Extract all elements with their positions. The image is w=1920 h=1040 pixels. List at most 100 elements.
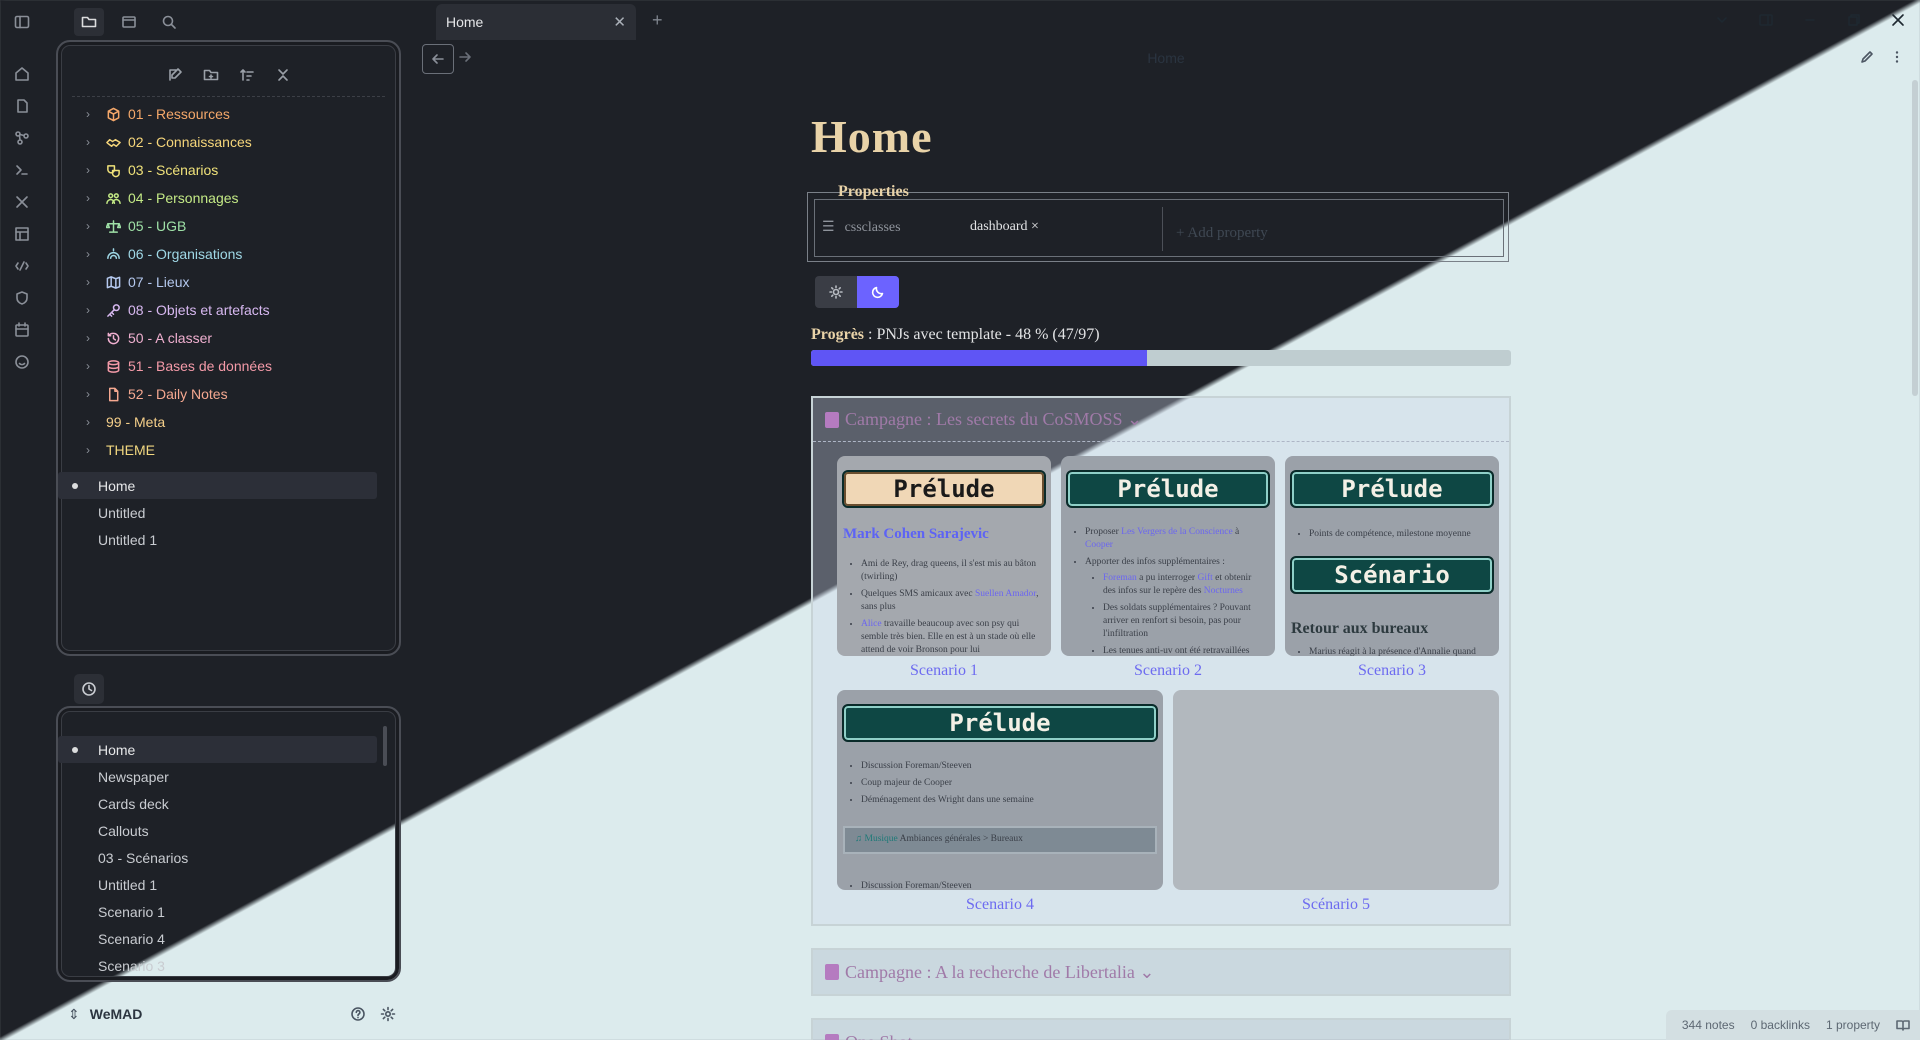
- restore-icon[interactable]: [1832, 0, 1876, 40]
- sort-icon[interactable]: [236, 64, 258, 86]
- chevron-right-icon[interactable]: ›: [86, 359, 100, 373]
- scenario-card-1[interactable]: Prélude Mark Cohen Sarajevic Ami de Rey,…: [837, 456, 1051, 656]
- chevron-right-icon[interactable]: ›: [86, 163, 100, 177]
- chevron-right-icon[interactable]: ›: [86, 443, 100, 457]
- folder-item[interactable]: › 02 - Connaissances: [58, 128, 399, 156]
- bookmark-icon[interactable]: [114, 8, 144, 36]
- folder-item[interactable]: › 52 - Daily Notes: [58, 380, 399, 408]
- internal-link[interactable]: Gift: [1197, 573, 1212, 583]
- smile-icon[interactable]: [11, 352, 33, 372]
- scenario-card-3[interactable]: Prélude Points de compétence, milestone …: [1285, 456, 1499, 656]
- chevron-right-icon[interactable]: ›: [86, 303, 100, 317]
- property-key[interactable]: ☰ cssclasses: [822, 219, 901, 236]
- campaign-header[interactable]: Campagne : Les secrets du CoSMOSS ⌄: [813, 398, 1509, 442]
- close-window-icon[interactable]: [1876, 0, 1920, 40]
- settings-icon[interactable]: [378, 1004, 398, 1024]
- internal-link[interactable]: Cooper: [1085, 540, 1113, 550]
- file-item[interactable]: Cards deck: [58, 790, 399, 817]
- tab-list-icon[interactable]: [1700, 0, 1744, 40]
- internal-link[interactable]: Foreman: [1103, 573, 1137, 583]
- card-caption[interactable]: Scenario 4: [837, 896, 1163, 914]
- chevron-right-icon[interactable]: ›: [86, 247, 100, 261]
- card-character[interactable]: Mark Cohen Sarajevic: [843, 526, 989, 543]
- card-caption[interactable]: Scenario 1: [837, 662, 1051, 680]
- backlink-count[interactable]: 0 backlinks: [1751, 1018, 1810, 1032]
- file-item[interactable]: Home: [58, 472, 377, 499]
- chevron-right-icon[interactable]: ›: [86, 275, 100, 289]
- internal-link[interactable]: Les Vergers de la Conscience: [1121, 527, 1233, 537]
- chevron-right-icon[interactable]: ›: [86, 219, 100, 233]
- file-item[interactable]: 03 - Scénarios: [58, 844, 399, 871]
- tab-home[interactable]: Home ✕: [436, 4, 636, 40]
- terminal-icon[interactable]: [11, 160, 33, 180]
- folder-item[interactable]: › 04 - Personnages: [58, 184, 399, 212]
- internal-link[interactable]: Suellen Amador: [975, 589, 1036, 599]
- folder-item[interactable]: › 03 - Scénarios: [58, 156, 399, 184]
- layout-icon[interactable]: [11, 224, 33, 244]
- chevron-right-icon[interactable]: ›: [86, 107, 100, 121]
- chevron-right-icon[interactable]: ›: [86, 331, 100, 345]
- internal-link[interactable]: Alice: [861, 619, 882, 629]
- property-value-tag[interactable]: dashboard ×: [970, 219, 1039, 235]
- music-link[interactable]: ♫ Musique: [855, 834, 898, 844]
- file-item[interactable]: Untitled: [58, 499, 399, 526]
- home-icon[interactable]: [11, 64, 33, 84]
- folder-item[interactable]: › 99 - Meta: [58, 408, 399, 436]
- card-caption[interactable]: Scenario 3: [1285, 662, 1499, 680]
- internal-link[interactable]: Nocturnes: [1204, 586, 1243, 596]
- folder-item[interactable]: › 06 - Organisations: [58, 240, 399, 268]
- folder-icon[interactable]: [74, 8, 104, 36]
- calendar-icon[interactable]: [11, 320, 33, 340]
- chevron-right-icon[interactable]: ›: [86, 387, 100, 401]
- vault-chevron-icon[interactable]: ⇕: [68, 1006, 80, 1023]
- search-icon[interactable]: [154, 8, 184, 36]
- folder-item[interactable]: › 01 - Ressources: [58, 100, 399, 128]
- right-sidebar-icon[interactable]: [1744, 0, 1788, 40]
- chevron-right-icon[interactable]: ›: [86, 191, 100, 205]
- file-item[interactable]: Scenario 3: [58, 952, 399, 979]
- edit-icon[interactable]: [1860, 50, 1874, 64]
- close-icon[interactable]: ✕: [613, 13, 626, 31]
- file-item[interactable]: Newspaper: [58, 763, 399, 790]
- folder-item[interactable]: › 05 - UGB: [58, 212, 399, 240]
- collapse-all-icon[interactable]: [272, 64, 294, 86]
- chevron-right-icon[interactable]: ›: [86, 415, 100, 429]
- moon-icon[interactable]: [857, 276, 899, 308]
- scenario-card-2[interactable]: Prélude Proposer Les Vergers de la Consc…: [1061, 456, 1275, 656]
- scenario-card-4[interactable]: Prélude Discussion Foreman/Steeven Coup …: [837, 690, 1163, 890]
- new-note-icon[interactable]: [164, 64, 186, 86]
- help-icon[interactable]: [348, 1004, 368, 1024]
- folder-item[interactable]: › 07 - Lieux: [58, 268, 399, 296]
- recent-scrollbar[interactable]: [383, 726, 387, 766]
- sun-icon[interactable]: [815, 276, 857, 308]
- campaign-header[interactable]: Campagne : A la recherche de Libertalia …: [813, 950, 1509, 994]
- file-item[interactable]: Callouts: [58, 817, 399, 844]
- shield-icon[interactable]: [11, 288, 33, 308]
- scenario-card-5[interactable]: [1173, 690, 1499, 890]
- card-caption[interactable]: Scenario 2: [1061, 662, 1275, 680]
- sidebar-toggle-icon[interactable]: [11, 12, 33, 32]
- file-item[interactable]: Home: [58, 736, 377, 763]
- file-item[interactable]: Untitled 1: [58, 871, 399, 898]
- reading-mode-icon[interactable]: [1896, 1018, 1910, 1032]
- new-tab-icon[interactable]: +: [652, 10, 663, 31]
- vault-name[interactable]: WeMAD: [90, 1006, 338, 1022]
- chevron-right-icon[interactable]: ›: [86, 135, 100, 149]
- file-item[interactable]: Scenario 4: [58, 925, 399, 952]
- file-switcher-icon[interactable]: [11, 96, 33, 116]
- file-item[interactable]: Untitled 1: [58, 526, 399, 553]
- folder-item[interactable]: › THEME: [58, 436, 399, 464]
- folder-item[interactable]: › 08 - Objets et artefacts: [58, 296, 399, 324]
- folder-item[interactable]: › 51 - Bases de données: [58, 352, 399, 380]
- folder-item[interactable]: › 50 - A classer: [58, 324, 399, 352]
- content-scrollbar[interactable]: [1912, 80, 1918, 396]
- more-options-icon[interactable]: [1890, 50, 1904, 64]
- file-item[interactable]: Scenario 1: [58, 898, 399, 925]
- add-property-button[interactable]: + Add property: [1176, 225, 1268, 242]
- tools-icon[interactable]: [11, 192, 33, 212]
- graph-icon[interactable]: [11, 128, 33, 148]
- percent-icon[interactable]: [11, 256, 33, 276]
- minimize-icon[interactable]: [1788, 0, 1832, 40]
- new-folder-icon[interactable]: [200, 64, 222, 86]
- card-caption[interactable]: Scénario 5: [1173, 896, 1499, 914]
